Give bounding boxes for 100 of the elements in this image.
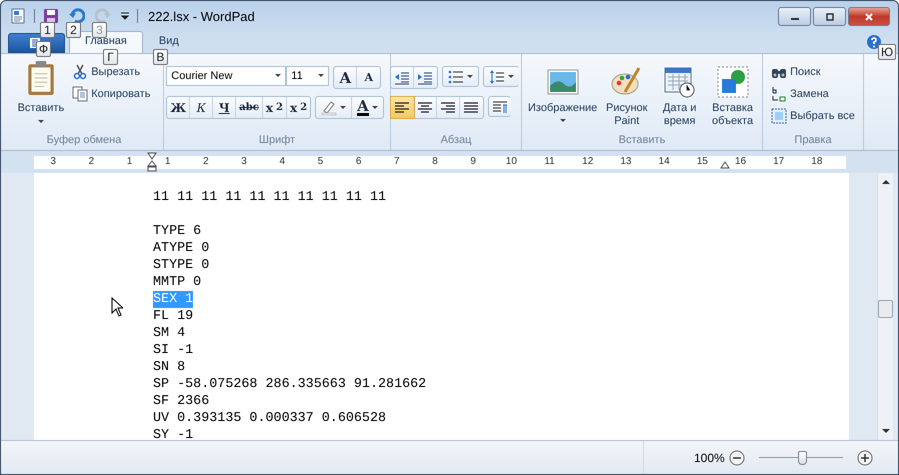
window-title: 222.lsx - WordPad bbox=[148, 8, 255, 24]
edit-button[interactable]: Замена bbox=[768, 84, 858, 104]
zoom-in-icon[interactable] bbox=[856, 450, 873, 466]
ruler-number: 1 bbox=[164, 156, 172, 168]
document-page[interactable]: 11 11 11 11 11 11 11 11 11 11 TYPE 6 ATYPE 0 STYPE 0 MMTP 0 SEX 1 FL 19 SM 4 SI -1 SN 8 SP -58.075268 286.335663 91.281662 SF 2366 UV 0.393135 0.000337 0.606528 SY -1 bbox=[34, 173, 849, 440]
help-icon[interactable] bbox=[866, 34, 882, 50]
align-button[interactable] bbox=[390, 97, 414, 118]
outdent-icon bbox=[394, 70, 410, 86]
ruler[interactable]: 3 2 1 1 2 3 4 5 6 7 8 9 10 11 12 13 14 15 16 17 18 bbox=[34, 156, 846, 168]
copy-button[interactable]: Копировать bbox=[69, 84, 154, 104]
edit-button[interactable]: Поиск bbox=[768, 62, 858, 82]
save-icon[interactable] bbox=[43, 8, 59, 24]
group-label: Шрифт bbox=[258, 134, 296, 148]
keytip: 2 bbox=[66, 22, 81, 38]
zoom-out-icon[interactable] bbox=[728, 450, 745, 466]
ruler-number: 17 bbox=[772, 156, 786, 168]
indent-icon bbox=[417, 70, 433, 86]
align-icon bbox=[463, 100, 479, 116]
shapes-icon bbox=[716, 66, 749, 98]
insert-button[interactable]: Вставка объекта bbox=[707, 64, 758, 130]
scroll-thumb[interactable] bbox=[878, 300, 893, 318]
caret-icon bbox=[275, 74, 282, 78]
select-all-icon bbox=[771, 108, 788, 124]
ruler-number: 4 bbox=[278, 156, 286, 168]
ruler-number: 16 bbox=[734, 156, 748, 168]
font-size-dropdown[interactable]: 11 bbox=[286, 66, 330, 86]
right-indent-marker-icon[interactable] bbox=[720, 160, 730, 168]
replace-icon bbox=[771, 86, 788, 102]
document-line: 11 11 11 11 11 11 11 11 11 11 bbox=[153, 189, 386, 206]
document-line: SP -58.075268 286.335663 91.281662 bbox=[153, 376, 426, 393]
redo-icon[interactable] bbox=[95, 8, 111, 24]
zoom-slider[interactable] bbox=[758, 450, 843, 464]
document-line: UV 0.393135 0.000337 0.606528 bbox=[153, 410, 386, 427]
keytip: Ф bbox=[36, 41, 52, 57]
paste-button[interactable]: Вставить bbox=[14, 58, 68, 126]
document-line: FL 19 bbox=[153, 308, 194, 325]
scissors-icon bbox=[72, 64, 88, 80]
document-line: SY -1 bbox=[153, 427, 194, 440]
scroll-up-icon[interactable] bbox=[882, 179, 890, 184]
list-button[interactable] bbox=[442, 66, 478, 87]
line-spacing-button[interactable] bbox=[482, 66, 518, 87]
ruler-number: 11 bbox=[543, 156, 556, 168]
keytip: 3 bbox=[92, 22, 107, 38]
paragraph-button[interactable] bbox=[488, 96, 510, 117]
ruler-number: 13 bbox=[619, 156, 632, 168]
maximize-icon bbox=[824, 12, 834, 20]
ruler-number: 8 bbox=[431, 156, 439, 168]
slider-thumb[interactable] bbox=[798, 450, 808, 464]
undo-icon[interactable] bbox=[69, 8, 85, 24]
scroll-down-icon[interactable] bbox=[882, 429, 890, 434]
wordpad-icon[interactable] bbox=[10, 8, 26, 24]
keytip: В bbox=[152, 49, 168, 65]
font-color-button[interactable]: A bbox=[352, 97, 383, 118]
align-icon bbox=[440, 100, 456, 116]
dropdown-icon[interactable] bbox=[121, 12, 129, 20]
cut-button[interactable]: Вырезать bbox=[69, 62, 154, 82]
document-line: SN 8 bbox=[153, 359, 186, 376]
format-button[interactable]: К bbox=[190, 97, 214, 118]
caret-icon bbox=[318, 74, 324, 78]
copy-icon bbox=[72, 86, 88, 102]
caret-icon bbox=[340, 106, 346, 110]
caret-icon bbox=[508, 74, 514, 78]
ruler-number: 5 bbox=[316, 156, 324, 168]
format-button[interactable]: Ж bbox=[167, 97, 190, 118]
group-label: Правка bbox=[794, 134, 832, 148]
shrink-font-button[interactable]: A bbox=[357, 67, 380, 88]
ruler-number: 9 bbox=[469, 156, 477, 168]
calendar-clock-icon bbox=[664, 66, 696, 98]
format-button[interactable]: Ч bbox=[213, 97, 236, 118]
group-label: Буфер обмена bbox=[46, 134, 122, 148]
ruler-number: 2 bbox=[88, 156, 96, 168]
ruler-number: 18 bbox=[810, 156, 824, 168]
insert-button[interactable]: Дата и время bbox=[654, 64, 706, 130]
keytip: Ю bbox=[878, 44, 896, 60]
align-icon bbox=[416, 100, 432, 116]
ruler-number: 6 bbox=[354, 156, 362, 168]
caret-icon bbox=[560, 119, 566, 123]
ruler-number: 14 bbox=[658, 156, 671, 168]
format-button[interactable]: abc bbox=[236, 97, 263, 118]
insert-button[interactable]: Рисунок Paint bbox=[601, 64, 652, 130]
maximize-button[interactable] bbox=[813, 7, 846, 26]
ruler-number: 2 bbox=[202, 156, 210, 168]
edit-button[interactable]: Выбрать все bbox=[768, 106, 858, 126]
caret-icon bbox=[466, 74, 472, 78]
scrollbar[interactable] bbox=[877, 173, 893, 440]
cursor-icon bbox=[111, 297, 123, 317]
insert-button[interactable]: Изображение bbox=[526, 64, 600, 125]
paragraph-icon bbox=[492, 98, 508, 114]
close-button[interactable] bbox=[848, 7, 890, 26]
ruler-number: 10 bbox=[504, 156, 518, 168]
grow-font-button[interactable]: A bbox=[334, 67, 358, 88]
document-line: TYPE 6 bbox=[153, 223, 202, 240]
indent-marker-icon[interactable] bbox=[147, 152, 157, 172]
font-name-dropdown[interactable]: Courier New bbox=[166, 66, 286, 86]
ruler-number: 7 bbox=[393, 156, 401, 168]
document-line: SI -1 bbox=[153, 342, 194, 359]
minimize-button[interactable] bbox=[778, 7, 811, 26]
zoom-percent: 100% bbox=[694, 450, 725, 464]
ruler-number: 3 bbox=[240, 156, 248, 168]
document-line: ATYPE 0 bbox=[153, 240, 210, 257]
